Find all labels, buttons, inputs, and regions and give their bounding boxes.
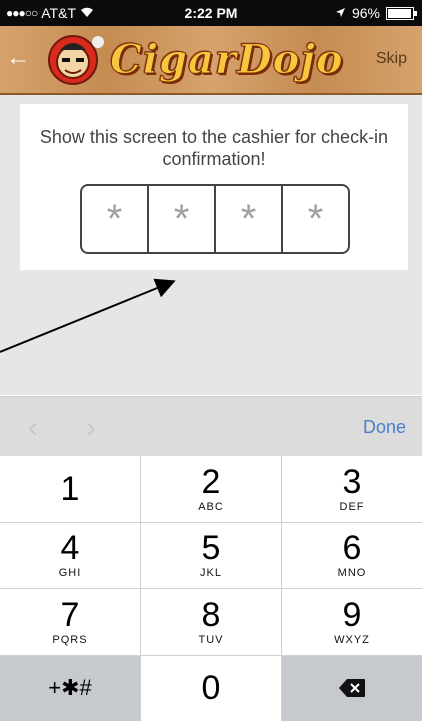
delete-key[interactable] [282, 655, 422, 721]
app-logo-text: CigarDojo [110, 36, 344, 84]
key-digit: 4 [60, 529, 80, 568]
checkin-code-input[interactable]: * * * * [80, 184, 350, 254]
key-letters: DEF [339, 500, 365, 513]
key-digit: 7 [60, 595, 80, 634]
phone-screen: ●●●○○ AT&T 2:22 PM 96% ← CigarDojo Skip … [0, 0, 422, 721]
key-digit: 0 [201, 669, 221, 708]
done-button[interactable]: Done [363, 417, 406, 438]
back-arrow-icon[interactable]: ← [6, 46, 30, 70]
battery-percent: 96% [351, 5, 380, 21]
location-arrow-icon [335, 5, 346, 21]
mascot-logo-icon [40, 32, 106, 86]
keyboard-accessory-bar: ‹ › Done [0, 396, 422, 457]
key-digit: 6 [342, 529, 362, 568]
key-digit: 5 [201, 529, 221, 568]
code-cell-3: * [216, 186, 283, 252]
previous-field-chevron-icon[interactable]: ‹ [28, 411, 38, 445]
numeric-keypad: 1 2 ABC 3 DEF 4 GHI 5 JKL 6 MNO 7 PQRS 8… [0, 456, 422, 721]
checkin-message: Show this screen to the cashier for chec… [39, 127, 389, 169]
key-8[interactable]: 8 TUV [141, 589, 281, 655]
key-7[interactable]: 7 PQRS [0, 589, 140, 655]
key-letters: MNO [337, 567, 367, 580]
key-letters: GHI [58, 567, 82, 580]
key-letters: WXYZ [334, 633, 370, 646]
code-cell-4: * [307, 196, 324, 241]
checkin-card: Show this screen to the cashier for chec… [20, 104, 408, 270]
key-5[interactable]: 5 JKL [141, 522, 281, 588]
key-9[interactable]: 9 WXYZ [282, 589, 422, 655]
key-symbols[interactable]: +✱# [0, 655, 140, 721]
status-bar: ●●●○○ AT&T 2:22 PM 96% [0, 0, 422, 26]
key-6[interactable]: 6 MNO [282, 522, 422, 588]
key-digit: 2 [201, 462, 221, 501]
code-cell-2: * [149, 186, 216, 252]
key-2[interactable]: 2 ABC [141, 456, 281, 522]
code-cell-1: * [82, 186, 149, 252]
backspace-icon [338, 678, 366, 698]
status-right: 96% [335, 5, 417, 21]
skip-button[interactable]: Skip [376, 50, 407, 68]
key-0[interactable]: 0 [141, 655, 281, 721]
key-digit: 9 [342, 595, 362, 634]
key-letters: TUV [198, 633, 224, 646]
key-digit: 3 [342, 462, 362, 501]
next-field-chevron-icon[interactable]: › [86, 411, 96, 445]
key-4[interactable]: 4 GHI [0, 522, 140, 588]
key-letters: ABC [198, 500, 224, 513]
symbols-label: +✱# [48, 675, 92, 701]
battery-icon [386, 6, 417, 20]
key-digit: 1 [60, 469, 80, 508]
key-1[interactable]: 1 [0, 456, 140, 522]
key-digit: 8 [201, 595, 221, 634]
key-letters: JKL [200, 567, 222, 580]
key-3[interactable]: 3 DEF [282, 456, 422, 522]
key-letters: PQRS [52, 633, 88, 646]
app-header: ← CigarDojo Skip [0, 26, 422, 95]
